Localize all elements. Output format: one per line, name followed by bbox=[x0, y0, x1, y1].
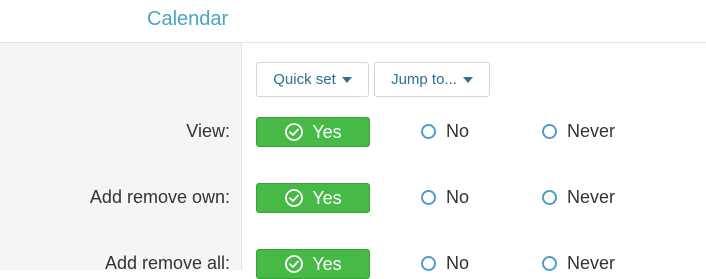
permission-label-add-remove-all: Add remove all: bbox=[104, 253, 230, 273]
quick-set-button[interactable]: Quick set bbox=[256, 62, 369, 97]
check-circle-icon bbox=[285, 123, 304, 141]
permission-label-view: View: bbox=[186, 121, 230, 141]
caret-down-icon bbox=[462, 77, 473, 83]
never-label: Never bbox=[567, 253, 616, 273]
add-remove-own-no-radio[interactable]: No bbox=[421, 187, 469, 208]
never-label: Never bbox=[567, 187, 616, 207]
check-circle-icon bbox=[285, 189, 304, 207]
radio-circle-icon bbox=[421, 190, 436, 205]
view-no-radio[interactable]: No bbox=[421, 121, 469, 142]
no-label: No bbox=[446, 121, 470, 141]
yes-label: Yes bbox=[312, 253, 342, 274]
jump-to-button[interactable]: Jump to... bbox=[374, 62, 490, 97]
never-label: Never bbox=[567, 121, 616, 141]
caret-down-icon bbox=[341, 77, 352, 83]
radio-circle-icon bbox=[542, 190, 557, 205]
page-title: Calendar bbox=[147, 8, 229, 30]
add-remove-all-never-radio[interactable]: Never bbox=[542, 253, 615, 274]
yes-label: Yes bbox=[312, 121, 342, 142]
radio-circle-icon bbox=[542, 256, 557, 271]
add-remove-all-no-radio[interactable]: No bbox=[421, 253, 469, 274]
radio-circle-icon bbox=[421, 124, 436, 139]
view-never-radio[interactable]: Never bbox=[542, 121, 615, 142]
jump-to-label: Jump to... bbox=[391, 71, 457, 88]
no-label: No bbox=[446, 187, 470, 207]
yes-label: Yes bbox=[312, 187, 342, 208]
radio-circle-icon bbox=[542, 124, 557, 139]
add-remove-all-yes-button[interactable]: Yes bbox=[256, 249, 370, 279]
check-circle-icon bbox=[285, 255, 304, 273]
add-remove-own-yes-button[interactable]: Yes bbox=[256, 183, 370, 213]
quick-set-label: Quick set bbox=[273, 71, 336, 88]
no-label: No bbox=[446, 253, 470, 273]
add-remove-own-never-radio[interactable]: Never bbox=[542, 187, 615, 208]
page-header: Calendar bbox=[0, 0, 706, 43]
permission-label-add-remove-own: Add remove own: bbox=[89, 187, 230, 207]
view-yes-button[interactable]: Yes bbox=[256, 117, 370, 147]
radio-circle-icon bbox=[421, 256, 436, 271]
label-column bbox=[0, 43, 242, 270]
